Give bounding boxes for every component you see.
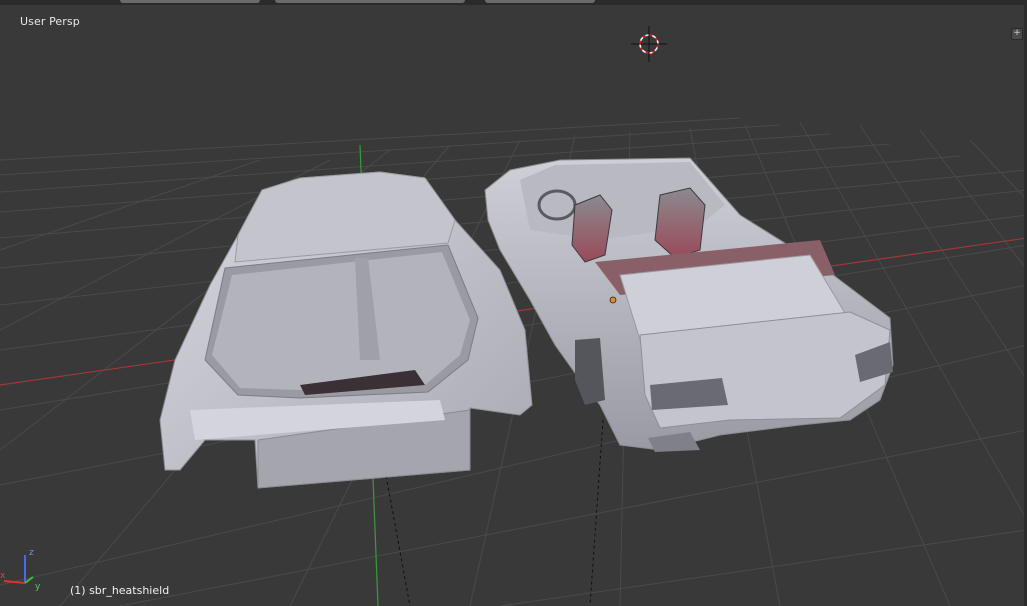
active-object-label: (1) sbr_heatshield (70, 584, 170, 597)
gizmo-z-label: z (29, 548, 34, 558)
gizmo-y-label: y (35, 582, 41, 592)
view-perspective-label: User Persp (20, 15, 80, 28)
plus-icon[interactable]: + (1011, 28, 1023, 40)
3d-viewport[interactable]: z y x User Persp (1) sbr_heatshield + (0, 0, 1027, 606)
axis-gizmo: z y x (0, 548, 41, 592)
gizmo-x-label: x (0, 571, 6, 581)
scene-canvas[interactable] (0, 0, 1027, 606)
3d-cursor-icon[interactable] (631, 26, 667, 62)
object-origin-point (609, 296, 617, 304)
mesh-convertible-car[interactable] (484, 157, 894, 452)
